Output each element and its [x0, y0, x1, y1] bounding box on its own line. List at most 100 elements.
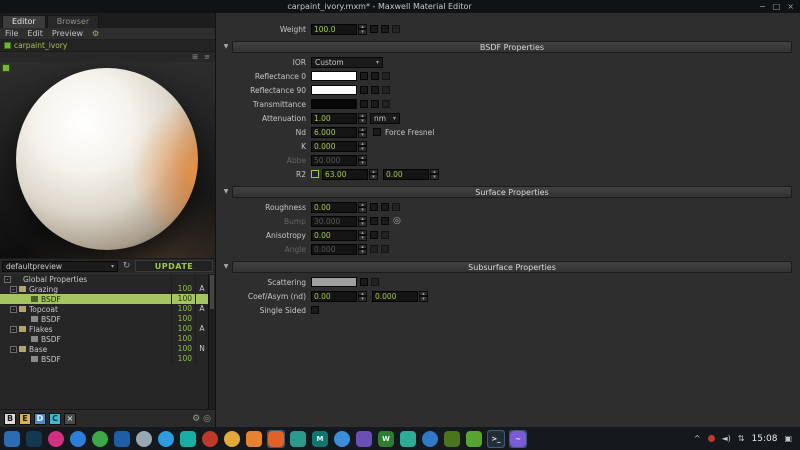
- anisotropy-field[interactable]: 0.00: [311, 230, 357, 241]
- taskbar-app-button[interactable]: [333, 430, 351, 448]
- abbe-field[interactable]: 50.000: [311, 155, 357, 166]
- weight-spinner[interactable]: ▴▾: [358, 24, 367, 35]
- reflectance0-color-swatch[interactable]: [311, 71, 357, 81]
- tree-row[interactable]: - Base 100 N: [0, 344, 208, 354]
- map-slot[interactable]: [360, 72, 368, 80]
- layer-tool-button[interactable]: B: [4, 413, 16, 425]
- angle-spinner[interactable]: ▴▾: [358, 244, 367, 255]
- tree-row[interactable]: BSDF 100: [0, 294, 208, 304]
- map-slot[interactable]: [381, 203, 389, 211]
- taskbar-app-button[interactable]: [245, 430, 263, 448]
- anisotropy-spinner[interactable]: ▴▾: [358, 230, 367, 241]
- tree-scrollbar-thumb[interactable]: [210, 275, 214, 309]
- map-slot[interactable]: [382, 100, 390, 108]
- menu-item[interactable]: Edit: [27, 29, 43, 38]
- map-slot[interactable]: [370, 25, 378, 33]
- tree-row[interactable]: BSDF 100: [0, 334, 208, 344]
- close-button[interactable]: ×: [787, 2, 794, 11]
- taskbar-app-button[interactable]: [267, 430, 285, 448]
- tree-row[interactable]: - Global Properties: [0, 274, 208, 284]
- taskbar-app-button[interactable]: >_: [487, 430, 505, 448]
- taskbar-app-button[interactable]: [421, 430, 439, 448]
- taskbar-app-button[interactable]: [157, 430, 175, 448]
- taskbar-app-button[interactable]: [3, 430, 21, 448]
- collapse-triangle-icon[interactable]: ▼: [220, 263, 232, 270]
- preview-options-icon[interactable]: ≡: [204, 53, 210, 61]
- attenuation-spinner[interactable]: ▴▾: [358, 113, 367, 124]
- expander-icon[interactable]: -: [10, 326, 17, 333]
- menu-item[interactable]: Preview: [52, 29, 83, 38]
- taskbar-app-button[interactable]: [69, 430, 87, 448]
- r2-spinner-1[interactable]: ▴▾: [369, 169, 378, 180]
- map-slot[interactable]: [370, 245, 378, 253]
- target-icon[interactable]: ◎: [203, 414, 211, 424]
- map-slot[interactable]: [370, 203, 378, 211]
- weight-field[interactable]: 100.0: [311, 24, 357, 35]
- expander-icon[interactable]: [22, 316, 29, 323]
- tree-scrollbar[interactable]: [208, 274, 215, 409]
- map-slot[interactable]: [370, 231, 378, 239]
- taskbar-app-button[interactable]: [201, 430, 219, 448]
- r2-spinner-2[interactable]: ▴▾: [430, 169, 439, 180]
- layer-tool-button[interactable]: C: [49, 413, 61, 425]
- volume-icon[interactable]: ◄): [722, 434, 731, 443]
- taskbar-app-button[interactable]: ~: [509, 430, 527, 448]
- attenuation-field[interactable]: 1.00: [311, 113, 357, 124]
- normal-map-toggle-icon[interactable]: ◎: [393, 216, 401, 226]
- expander-icon[interactable]: [22, 356, 29, 363]
- k-spinner[interactable]: ▴▾: [358, 141, 367, 152]
- coef-field[interactable]: 0.00: [311, 291, 357, 302]
- roughness-field[interactable]: 0.00: [311, 202, 357, 213]
- bump-spinner[interactable]: ▴▾: [358, 216, 367, 227]
- map-slot[interactable]: [360, 100, 368, 108]
- layer-tool-button[interactable]: E: [19, 413, 31, 425]
- tree-row[interactable]: BSDF 100: [0, 314, 208, 324]
- map-slot[interactable]: [381, 231, 389, 239]
- expander-icon[interactable]: -: [10, 346, 17, 353]
- menu-item[interactable]: File: [5, 29, 18, 38]
- panel-tab[interactable]: Browser: [47, 15, 99, 28]
- expander-icon[interactable]: -: [4, 276, 11, 283]
- map-slot[interactable]: [360, 278, 368, 286]
- tree-row[interactable]: - Flakes 100 A: [0, 324, 208, 334]
- coef-spinner[interactable]: ▴▾: [358, 291, 367, 302]
- map-slot[interactable]: [392, 203, 400, 211]
- material-tree-row[interactable]: carpaint_ivory: [0, 40, 215, 52]
- taskbar-app-button[interactable]: [465, 430, 483, 448]
- clock[interactable]: 15:08: [752, 434, 778, 444]
- r2-field-2[interactable]: 0.00: [383, 169, 429, 180]
- k-field[interactable]: 0.000: [311, 141, 357, 152]
- network-icon[interactable]: ⇅: [738, 434, 745, 443]
- map-slot[interactable]: [371, 100, 379, 108]
- taskbar-app-button[interactable]: [25, 430, 43, 448]
- map-slot[interactable]: [370, 217, 378, 225]
- panel-tab[interactable]: Editor: [2, 15, 46, 28]
- taskbar-app-button[interactable]: [135, 430, 153, 448]
- force-fresnel-checkbox[interactable]: [373, 128, 381, 136]
- taskbar-app-button[interactable]: [47, 430, 65, 448]
- transmittance-color-swatch[interactable]: [311, 99, 357, 109]
- collapse-triangle-icon[interactable]: ▼: [220, 43, 232, 50]
- tree-row[interactable]: BSDF 100: [0, 354, 208, 364]
- map-slot[interactable]: [371, 278, 379, 286]
- fit-view-icon[interactable]: ⊞: [192, 53, 198, 61]
- refresh-preview-icon[interactable]: ↻: [120, 261, 133, 271]
- notifications-icon[interactable]: ▣: [784, 434, 792, 443]
- reflectance90-color-swatch[interactable]: [311, 85, 357, 95]
- map-slot[interactable]: [381, 217, 389, 225]
- tray-status-icon[interactable]: [708, 435, 715, 442]
- maximize-button[interactable]: □: [773, 2, 781, 11]
- expander-icon[interactable]: -: [10, 286, 17, 293]
- single-sided-checkbox[interactable]: [311, 306, 319, 314]
- taskbar-app-button[interactable]: [179, 430, 197, 448]
- angle-field[interactable]: 0.000: [311, 244, 357, 255]
- update-button[interactable]: UPDATE: [135, 260, 213, 272]
- map-slot[interactable]: [382, 86, 390, 94]
- taskbar-app-button[interactable]: [355, 430, 373, 448]
- map-slot[interactable]: [360, 86, 368, 94]
- roughness-spinner[interactable]: ▴▾: [358, 202, 367, 213]
- material-preview[interactable]: [0, 62, 215, 258]
- taskbar-app-button[interactable]: [443, 430, 461, 448]
- taskbar-app-button[interactable]: [399, 430, 417, 448]
- tree-row[interactable]: - Grazing 100 A: [0, 284, 208, 294]
